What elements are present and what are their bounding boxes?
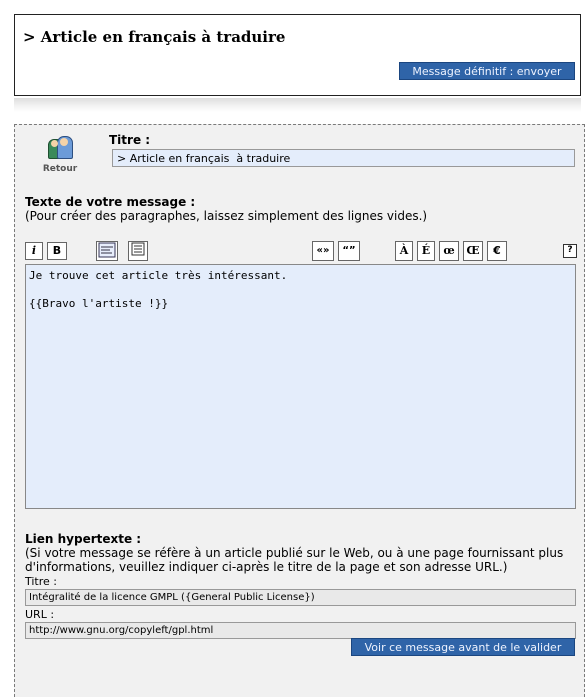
message-textarea[interactable]: Je trouve cet article très intéressant. …	[25, 264, 576, 509]
preview-title: > Article en français à traduire	[23, 28, 286, 46]
url-label: URL :	[25, 608, 55, 621]
english-quotes-button[interactable]: “”	[338, 241, 360, 261]
spip-code-button[interactable]	[96, 241, 118, 261]
a-grave-button[interactable]: À	[395, 241, 413, 261]
OE-button[interactable]: Œ	[463, 241, 483, 261]
italic-button[interactable]: i	[25, 242, 43, 260]
separator-shadow	[14, 98, 581, 112]
texte-label: Texte de votre message :	[25, 195, 196, 209]
french-quotes-button[interactable]: «»	[312, 241, 334, 261]
help-icon[interactable]: ?	[563, 244, 577, 258]
paragraph-button[interactable]	[128, 241, 148, 261]
titre-label: Titre :	[109, 133, 151, 147]
e-acute-button[interactable]: É	[417, 241, 435, 261]
message-form: Retour Titre : Texte de votre message : …	[14, 124, 585, 697]
bold-button[interactable]: B	[47, 242, 67, 260]
euro-button[interactable]: €	[487, 241, 507, 261]
url-input[interactable]: http://www.gnu.org/copyleft/gpl.html	[25, 622, 576, 639]
texte-hint: (Pour créer des paragraphes, laissez sim…	[25, 209, 428, 223]
preview-message-button[interactable]: Voir ce message avant de le valider	[351, 638, 575, 656]
paragraph-icon	[131, 242, 145, 256]
users-icon	[47, 135, 73, 159]
lien-titre-label: Titre :	[25, 575, 58, 588]
titre-input[interactable]	[112, 149, 575, 167]
lien-hint: (Si votre message se réfère à un article…	[25, 546, 564, 574]
lien-titre-input[interactable]: Intégralité de la licence GMPL ({General…	[25, 589, 576, 606]
retour-label: Retour	[42, 164, 78, 174]
retour-link[interactable]: Retour	[35, 135, 85, 174]
message-preview-box: > Article en français à traduire Message…	[14, 14, 581, 96]
oe-button[interactable]: œ	[439, 241, 459, 261]
spip-code-icon	[98, 242, 116, 258]
send-final-button[interactable]: Message définitif : envoyer	[399, 62, 575, 80]
lien-label: Lien hypertexte :	[25, 532, 142, 546]
